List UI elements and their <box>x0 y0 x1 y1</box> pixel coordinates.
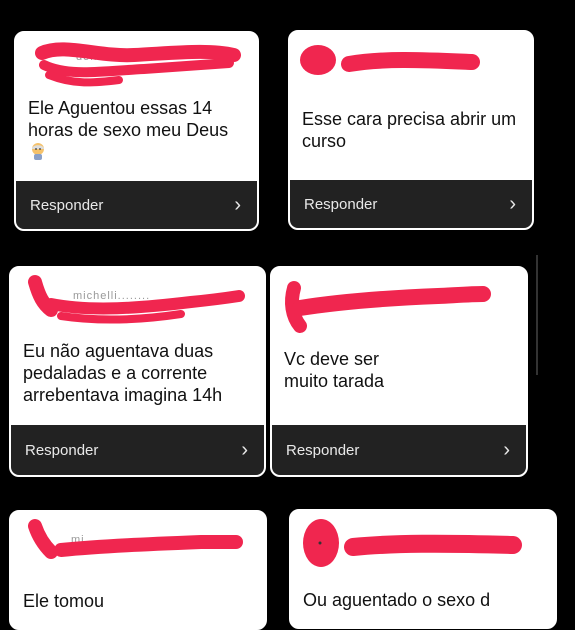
chevron-right-icon: › <box>241 439 248 461</box>
comment-card-6[interactable]: Ou aguentado o sexo d <box>289 509 557 629</box>
comment-text: Ele Aguentou essas 14 horas de sexo meu … <box>28 97 247 166</box>
reply-button[interactable]: Responder › <box>11 425 264 475</box>
chevron-right-icon: › <box>503 439 510 461</box>
reply-button[interactable]: Responder › <box>16 181 257 229</box>
screen: { "cards": [ { "username": "donatt...", … <box>0 0 575 630</box>
old-man-emoji-icon <box>28 141 48 166</box>
comment-card-2[interactable]: Esse cara precisa abrir um curso Respond… <box>288 30 534 230</box>
comment-card-1[interactable]: donatt... Ele Aguentou essas 14 horas de… <box>14 31 259 231</box>
redaction-scribble <box>28 519 243 559</box>
chevron-right-icon: › <box>509 193 516 215</box>
redaction-scribble <box>28 275 245 324</box>
comment-text: Eu não aguentava duas pedaladas e a corr… <box>23 341 223 405</box>
reply-button[interactable]: Responder › <box>290 180 532 228</box>
reply-label: Responder <box>286 441 360 459</box>
chevron-right-icon: › <box>234 194 241 216</box>
comment-card-3[interactable]: michelli........ Eu não aguentava duas p… <box>9 266 266 477</box>
redaction-scribble <box>300 45 480 75</box>
comment-text: Ou aguentado o sexo d <box>303 590 491 610</box>
comment-text: Ele tomou <box>23 591 105 611</box>
comment-card-4[interactable]: Vc deve ser muito tarada Responder › <box>270 266 528 477</box>
redaction-scribble <box>35 42 241 87</box>
comment-text: Vc deve ser muito tarada <box>284 349 385 391</box>
reply-label: Responder <box>304 195 378 213</box>
scroll-indicator <box>536 255 538 375</box>
comment-text: Esse cara precisa abrir um curso <box>302 109 517 151</box>
redaction-scribble <box>303 519 522 567</box>
reply-label: Responder <box>30 196 104 214</box>
reply-button[interactable]: Responder › <box>272 425 526 475</box>
redaction-scribble <box>285 281 491 333</box>
reply-label: Responder <box>25 441 99 459</box>
comment-card-5[interactable]: mi... Ele tomou <box>9 510 267 630</box>
